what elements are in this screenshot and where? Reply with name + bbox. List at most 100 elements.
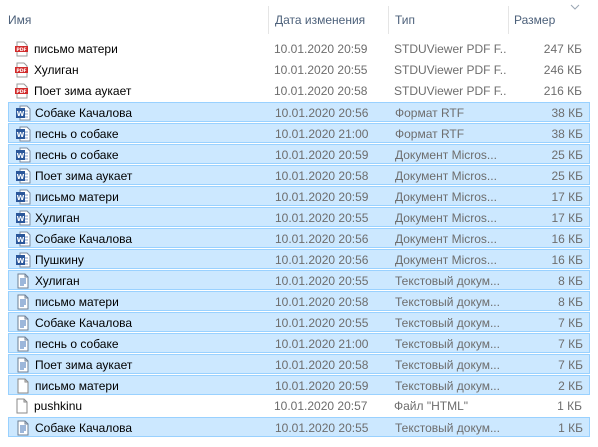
- file-date: 10.01.2020 21:00: [275, 127, 369, 141]
- file-name: Поет зима аукает: [34, 84, 132, 98]
- file-row[interactable]: pushkinu 10.01.2020 20:57 Файл "HTML" 1 КБ: [8, 396, 590, 416]
- file-size: 17 КБ: [551, 190, 583, 204]
- file-date: 10.01.2020 20:59: [275, 190, 369, 204]
- file-row[interactable]: W Поет зима аукает 10.01.2020 20:58 Докумен…: [8, 165, 590, 185]
- text-icon: [15, 315, 31, 331]
- file-row[interactable]: PDF Поет зима аукает 10.01.2020 20:58 STDUV…: [8, 81, 590, 101]
- file-name: Собаке Качалова: [35, 106, 133, 120]
- file-size: 7 КБ: [558, 358, 583, 372]
- text-icon: [15, 294, 31, 310]
- file-date: 10.01.2020 20:55: [274, 63, 368, 77]
- word-icon: W: [15, 126, 31, 142]
- file-name: Пушкину: [35, 253, 84, 267]
- file-type: Текстовый докум...: [395, 379, 500, 393]
- file-size: 25 КБ: [551, 148, 583, 162]
- file-date: 10.01.2020 20:57: [274, 399, 368, 413]
- word-icon: W: [15, 210, 31, 226]
- column-header-date[interactable]: Дата изменения: [275, 12, 365, 28]
- file-type: Текстовый докум...: [395, 316, 500, 330]
- file-name: песнь о собаке: [35, 127, 119, 141]
- file-type: Текстовый докум...: [395, 358, 500, 372]
- file-date: 10.01.2020 20:58: [275, 169, 369, 183]
- column-header-type[interactable]: Тип: [395, 12, 415, 28]
- file-type: STDUViewer PDF F...: [394, 42, 506, 56]
- file-date: 10.01.2020 20:56: [275, 253, 369, 267]
- file-date: 10.01.2020 20:59: [274, 42, 368, 56]
- file-name: письмо матери: [35, 379, 119, 393]
- file-type: Файл "HTML": [394, 399, 469, 413]
- file-row[interactable]: W Пушкину 10.01.2020 20:56 Документ Micros.…: [8, 249, 590, 269]
- word-icon: W: [15, 105, 31, 121]
- file-size: 38 КБ: [551, 127, 583, 141]
- svg-text:W: W: [17, 173, 25, 181]
- pdf-icon: PDF: [14, 83, 30, 99]
- file-type: Формат RTF: [395, 106, 465, 120]
- file-size: 216 КБ: [543, 84, 582, 98]
- column-divider[interactable]: [268, 6, 269, 34]
- pdf-icon: PDF: [14, 62, 30, 78]
- file-date: 10.01.2020 20:56: [275, 106, 369, 120]
- file-date: 10.01.2020 20:58: [274, 84, 368, 98]
- file-date: 10.01.2020 20:55: [275, 211, 369, 225]
- svg-text:PDF: PDF: [16, 47, 26, 53]
- svg-text:W: W: [17, 131, 25, 139]
- file-name: Хулиган: [35, 211, 80, 225]
- file-name: письмо матери: [35, 295, 119, 309]
- file-size: 25 КБ: [551, 169, 583, 183]
- file-size: 8 КБ: [558, 295, 583, 309]
- file-row[interactable]: Хулиган 10.01.2020 20:55 Текстовый докум..…: [8, 270, 590, 290]
- file-row[interactable]: Собаке Качалова 10.01.2020 20:55 Текстовый…: [8, 312, 590, 332]
- file-row[interactable]: Собаке Качалова 10.01.2020 20:55 Текстовый…: [8, 417, 590, 437]
- svg-text:W: W: [17, 152, 25, 160]
- file-size: 2 КБ: [558, 379, 583, 393]
- blank-file-icon: [14, 398, 30, 414]
- text-icon: [15, 357, 31, 373]
- file-type: Документ Micros...: [395, 190, 497, 204]
- file-name: письмо матери: [35, 190, 119, 204]
- svg-text:PDF: PDF: [16, 68, 26, 74]
- file-type: Документ Micros...: [395, 253, 497, 267]
- file-row[interactable]: PDF письмо матери 10.01.2020 20:59 STDUView…: [8, 39, 590, 59]
- file-row[interactable]: W Собаке Качалова 10.01.2020 20:56 Формат R…: [8, 102, 590, 122]
- file-type: STDUViewer PDF F...: [394, 63, 506, 77]
- file-row[interactable]: Wписьмо матери 10.01.2020 20:59 Документ M…: [8, 186, 590, 206]
- file-row[interactable]: песнь о собаке 10.01.2020 21:00 Текстовый …: [8, 333, 590, 353]
- svg-text:W: W: [17, 215, 25, 223]
- file-type: Документ Micros...: [395, 148, 497, 162]
- file-size: 247 КБ: [543, 42, 582, 56]
- file-date: 10.01.2020 21:00: [275, 337, 369, 351]
- file-date: 10.01.2020 20:59: [275, 148, 369, 162]
- file-date: 10.01.2020 20:58: [275, 295, 369, 309]
- word-icon: W: [15, 231, 31, 247]
- file-type: Формат RTF: [395, 127, 465, 141]
- svg-text:W: W: [17, 257, 25, 265]
- file-row[interactable]: W Собаке Качалова 10.01.2020 20:56 Документ…: [8, 228, 590, 248]
- file-name: Поет зима аукает: [35, 358, 133, 372]
- file-row[interactable]: Wпеснь о собаке 10.01.2020 21:00 Формат RT…: [8, 123, 590, 143]
- file-name: письмо матери: [34, 42, 118, 56]
- column-header-name[interactable]: Имя: [8, 12, 31, 28]
- file-row[interactable]: письмо матери 10.01.2020 20:59 Текстовый д…: [8, 375, 590, 395]
- file-name: Хулиган: [35, 274, 80, 288]
- file-date: 10.01.2020 20:59: [275, 379, 369, 393]
- file-size: 17 КБ: [551, 211, 583, 225]
- file-name: Хулиган: [34, 63, 79, 77]
- file-size: 7 КБ: [558, 316, 583, 330]
- svg-text:W: W: [17, 110, 25, 118]
- file-size: 38 КБ: [551, 106, 583, 120]
- file-name: Собаке Качалова: [35, 421, 133, 435]
- file-row[interactable]: Поет зима аукает 10.01.2020 20:58 Текстовы…: [8, 354, 590, 374]
- word-icon: W: [15, 168, 31, 184]
- column-header-size[interactable]: Размер: [514, 12, 555, 28]
- file-row[interactable]: PDF Хулиган 10.01.2020 20:55 STDUViewer PDF…: [8, 60, 590, 80]
- file-name: песнь о собаке: [35, 148, 119, 162]
- file-type: Документ Micros...: [395, 232, 497, 246]
- file-name: песнь о собаке: [35, 337, 119, 351]
- column-divider[interactable]: [508, 6, 509, 34]
- column-divider[interactable]: [388, 6, 389, 34]
- file-type: Текстовый докум...: [395, 274, 500, 288]
- file-row[interactable]: W Хулиган 10.01.2020 20:55 Документ Micros.…: [8, 207, 590, 227]
- file-row[interactable]: письмо матери 10.01.2020 20:58 Текстовый д…: [8, 291, 590, 311]
- file-type: Документ Micros...: [395, 211, 497, 225]
- file-row[interactable]: Wпеснь о собаке 10.01.2020 20:59 Документ …: [8, 144, 590, 164]
